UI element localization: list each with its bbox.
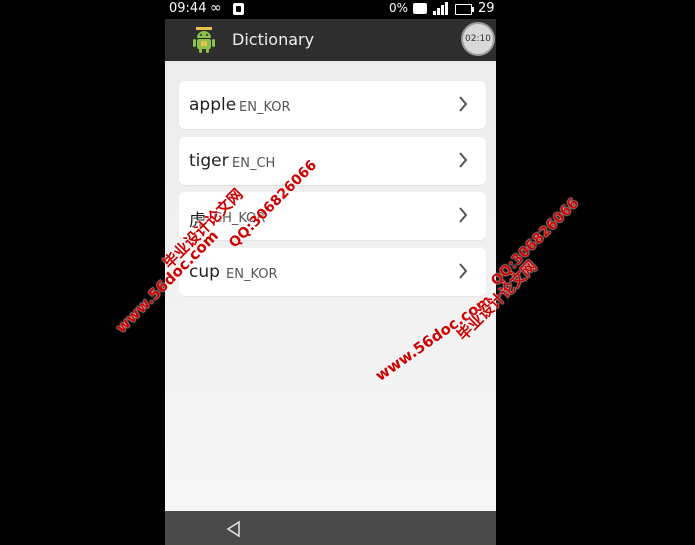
list-item[interactable]: tiger EN_CH [179, 137, 486, 185]
chevron-right-icon [459, 152, 468, 168]
entry-lang: EN_KOR [226, 267, 278, 282]
signal-icon [433, 2, 449, 15]
list-item[interactable]: cup EN_KOR [179, 248, 486, 296]
action-bar: Dictionary 02:10 [165, 19, 496, 61]
chevron-right-icon [459, 207, 468, 223]
chevron-right-icon [459, 263, 468, 279]
entry-lang: EN_CH [232, 156, 276, 171]
sim-icon [233, 3, 244, 15]
chat-icon [413, 3, 427, 14]
entry-word: apple [189, 95, 237, 115]
back-icon[interactable] [225, 520, 243, 538]
chevron-right-icon [459, 96, 468, 112]
status-time: 09:44 [169, 1, 207, 16]
infinity-icon: ∞ [210, 0, 222, 16]
battery-icon [455, 4, 474, 15]
status-percent: 0% [389, 1, 409, 15]
phone-screen: 09:44 ∞ 0% 29 Dictionary 02:10 apple EN_… [165, 0, 496, 545]
status-bar: 09:44 ∞ 0% 29 [165, 0, 496, 19]
dictionary-list: apple EN_KOR tiger EN_CH 虎 CH_KOR cup EN… [165, 61, 496, 511]
timer-badge[interactable]: 02:10 [461, 22, 495, 56]
entry-lang: EN_KOR [239, 100, 291, 115]
timer-text: 02:10 [465, 34, 491, 44]
battery-level: 29 [478, 1, 495, 16]
list-item[interactable]: apple EN_KOR [179, 81, 486, 129]
android-icon [193, 27, 215, 53]
app-title: Dictionary [232, 30, 315, 49]
navigation-bar [165, 511, 496, 545]
entry-word: tiger [189, 151, 229, 171]
